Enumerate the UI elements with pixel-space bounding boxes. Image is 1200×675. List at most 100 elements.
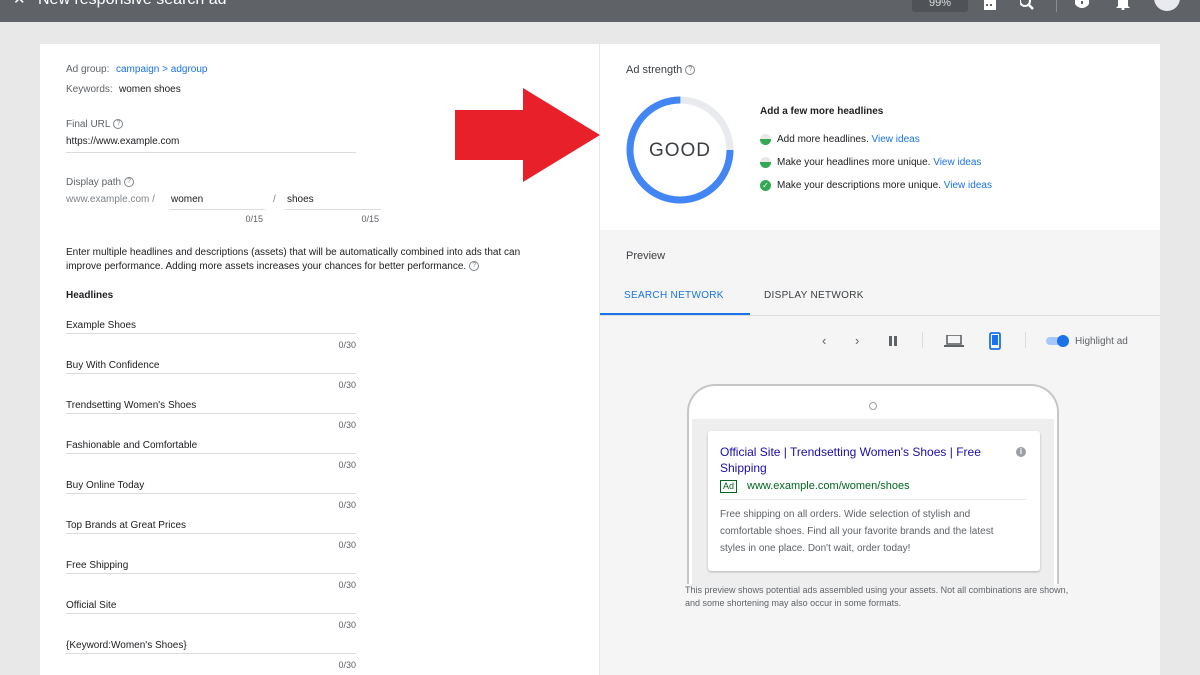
tip-text: Make your headlines more unique.	[777, 157, 931, 169]
keywords-value: women shoes	[119, 84, 181, 95]
path2-input[interactable]: shoes	[287, 194, 314, 205]
chevron-left-icon[interactable]: ‹	[822, 333, 826, 348]
headline-row[interactable]: Buy Online Today 0/30	[66, 480, 356, 520]
headline-counter: 0/30	[338, 340, 356, 350]
ad-headline[interactable]: Official Site | Trendsetting Women's Sho…	[720, 444, 1000, 476]
preview-panel: Ad strength? GOOD Add a few more headlin…	[600, 44, 1160, 675]
partial-check-icon	[760, 134, 771, 145]
display-path-label-text: Display path	[66, 177, 122, 188]
close-icon[interactable]: ✕	[13, 0, 26, 8]
ad-group-label: Ad group:	[66, 64, 110, 75]
ad-strength-title: Ad strength?	[626, 64, 696, 76]
ad-description: Free shipping on all orders. Wide select…	[720, 509, 994, 554]
headline-text[interactable]: Trendsetting Women's Shoes	[66, 400, 196, 411]
help-circle-icon[interactable]: ?	[469, 261, 480, 272]
display-path-base: www.example.com /	[66, 194, 155, 205]
headline-counter: 0/30	[338, 380, 356, 390]
highlight-ad-toggle[interactable]	[1046, 335, 1069, 347]
zoom-box[interactable]: 99%	[912, 0, 968, 12]
toolbar-divider	[1025, 332, 1026, 348]
headline-text[interactable]: Free Shipping	[66, 560, 128, 571]
headline-text[interactable]: Fashionable and Comfortable	[66, 440, 197, 451]
headline-counter: 0/30	[338, 660, 356, 670]
tip-text: Make your descriptions more unique.	[777, 180, 941, 192]
ad-group-link[interactable]: campaign > adgroup	[116, 64, 207, 75]
headline-counter: 0/30	[338, 580, 356, 590]
top-bar: ✕ New responsive search ad 99%	[0, 0, 1200, 22]
preview-tabs: SEARCH NETWORK DISPLAY NETWORK	[600, 278, 1160, 316]
avatar[interactable]	[1153, 0, 1181, 12]
headline-underline	[66, 573, 356, 574]
headline-underline	[66, 413, 356, 414]
headline-row[interactable]: Example Shoes 0/30	[66, 320, 356, 360]
path2-counter: 0/15	[361, 214, 379, 224]
headline-row[interactable]: Top Brands at Great Prices 0/30	[66, 520, 356, 560]
intro-paragraph: Enter multiple headlines and description…	[66, 246, 556, 274]
headline-underline	[66, 333, 356, 334]
ad-strength-card: Ad strength? GOOD Add a few more headlin…	[600, 44, 1160, 230]
path1-input[interactable]: women	[171, 194, 203, 205]
tab-display-network[interactable]: DISPLAY NETWORK	[764, 290, 864, 301]
phone-icon[interactable]	[989, 332, 1001, 350]
bell-icon[interactable]	[1116, 0, 1130, 10]
headline-counter: 0/30	[338, 620, 356, 630]
headline-underline	[66, 373, 356, 374]
highlight-ad-label: Highlight ad	[1075, 336, 1128, 347]
search-icon[interactable]	[1020, 0, 1034, 10]
final-url-label-text: Final URL	[66, 119, 111, 130]
tip-item: Add more headlines. View ideas	[760, 134, 920, 145]
ad-strength-rating: GOOD	[648, 140, 712, 161]
active-tab-indicator	[600, 313, 750, 315]
headline-text[interactable]: Buy Online Today	[66, 480, 144, 491]
headline-counter: 0/30	[338, 500, 356, 510]
keywords-label: Keywords:	[66, 84, 113, 95]
headline-row[interactable]: Official Site 0/30	[66, 600, 356, 640]
path1-underline	[169, 209, 265, 210]
headline-row[interactable]: Fashionable and Comfortable 0/30	[66, 440, 356, 480]
laptop-icon[interactable]	[944, 335, 964, 347]
headline-counter: 0/30	[338, 460, 356, 470]
partial-check-icon	[760, 157, 771, 168]
toolbar-divider	[1056, 0, 1057, 12]
headline-counter: 0/30	[338, 420, 356, 430]
help-circle-icon[interactable]: ?	[124, 177, 135, 188]
view-ideas-link[interactable]: View ideas	[944, 180, 992, 191]
headline-row[interactable]: Buy With Confidence 0/30	[66, 360, 356, 400]
toolbar-divider	[922, 332, 923, 348]
help-circle-icon[interactable]: ?	[113, 119, 124, 130]
final-url-input[interactable]: https://www.example.com	[66, 136, 179, 147]
headline-underline	[66, 653, 356, 654]
tip-text: Add more headlines.	[777, 134, 869, 146]
headline-row[interactable]: Free Shipping 0/30	[66, 560, 356, 600]
help-icon[interactable]	[1075, 0, 1089, 10]
phone-mockup: Official Site | Trendsetting Women's Sho…	[687, 384, 1059, 589]
toggle-knob	[1057, 335, 1069, 347]
info-icon[interactable]: i	[1016, 447, 1026, 457]
tip-item: ✓ Make your descriptions more unique. Vie…	[760, 180, 992, 191]
headline-underline	[66, 493, 356, 494]
calendar-icon[interactable]	[983, 0, 997, 10]
help-circle-icon[interactable]: ?	[685, 65, 696, 76]
headline-text[interactable]: Buy With Confidence	[66, 360, 159, 371]
chevron-right-icon[interactable]: ›	[855, 333, 859, 348]
headline-text[interactable]: Official Site	[66, 600, 116, 611]
preview-title: Preview	[626, 250, 666, 262]
view-ideas-link[interactable]: View ideas	[933, 157, 981, 168]
headline-text[interactable]: Top Brands at Great Prices	[66, 520, 186, 531]
headline-text[interactable]: {Keyword:Women's Shoes}	[66, 640, 187, 651]
tab-search-network[interactable]: SEARCH NETWORK	[624, 290, 724, 301]
headline-underline	[66, 533, 356, 534]
preview-note: This preview shows potential ads assembl…	[685, 585, 1069, 608]
headline-row[interactable]: Trendsetting Women's Shoes 0/30	[66, 400, 356, 440]
headline-row[interactable]: {Keyword:Women's Shoes} 0/30	[66, 640, 356, 675]
ad-strength-title-text: Ad strength	[626, 64, 683, 76]
path2-underline	[285, 209, 381, 210]
tip-item: Make your headlines more unique. View id…	[760, 157, 981, 168]
pause-icon[interactable]	[888, 336, 898, 346]
display-path-label: Display path?	[66, 177, 135, 188]
tips-title: Add a few more headlines	[760, 106, 884, 117]
ad-display-url: www.example.com/women/shoes	[747, 480, 910, 492]
view-ideas-link[interactable]: View ideas	[872, 134, 920, 145]
headline-text[interactable]: Example Shoes	[66, 320, 136, 331]
headlines-title: Headlines	[66, 290, 114, 301]
